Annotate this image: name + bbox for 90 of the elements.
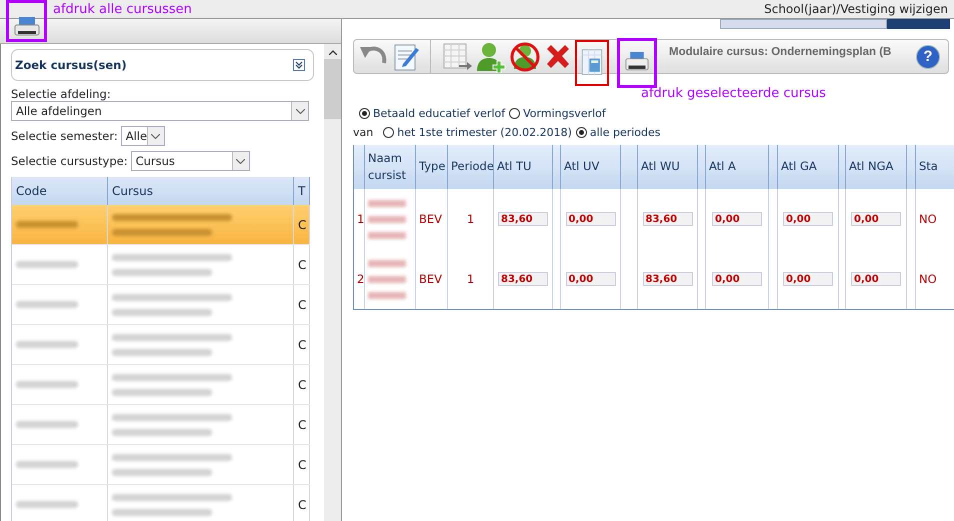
row-number: 1 xyxy=(354,189,365,249)
value-field[interactable]: 0,00 xyxy=(712,212,762,226)
add-user-icon[interactable] xyxy=(475,40,507,72)
value-field[interactable]: 83,60 xyxy=(498,272,548,286)
printer-icon[interactable] xyxy=(617,38,657,88)
field-label: Selectie cursustype: xyxy=(11,154,128,168)
chevron-down-icon xyxy=(151,134,160,138)
blurred-text xyxy=(16,341,78,348)
field-label: Selectie afdeling: xyxy=(11,87,112,101)
scroll-up-icon[interactable] xyxy=(328,50,336,55)
column-header[interactable]: Periode xyxy=(448,145,494,189)
table-cell: C xyxy=(298,218,306,232)
calculator-icon[interactable] xyxy=(575,40,609,86)
radio-option[interactable]: het 1ste trimester (20.02.2018) xyxy=(383,126,572,139)
course-row[interactable]: C xyxy=(12,205,310,245)
column-header[interactable]: Type xyxy=(416,145,448,189)
course-row[interactable]: C xyxy=(12,365,310,405)
blurred-text xyxy=(368,200,406,206)
value-field[interactable]: 83,60 xyxy=(498,212,548,226)
semester-dropdown[interactable]: Alle xyxy=(120,126,165,146)
print-button[interactable] xyxy=(6,0,47,42)
blurred-text xyxy=(16,461,78,468)
table-cell: C xyxy=(298,458,306,472)
table-cell: 1 xyxy=(448,249,494,309)
table-cell: BEV xyxy=(416,189,448,249)
scrollbar-thumb[interactable] xyxy=(324,59,341,119)
table-cell-text: NO xyxy=(918,211,938,228)
blurred-text xyxy=(16,301,78,308)
row-number: 2 xyxy=(354,249,365,309)
course-row[interactable]: C xyxy=(12,445,310,485)
value-field[interactable]: 0,00 xyxy=(566,272,616,286)
blurred-text xyxy=(368,292,406,298)
table-cell: C xyxy=(298,298,306,312)
blurred-text xyxy=(16,261,78,268)
table-cell: 1 xyxy=(448,189,494,249)
department-dropdown[interactable]: Alle afdelingen xyxy=(11,101,309,121)
blurred-text xyxy=(16,421,78,428)
value-field[interactable]: 0,00 xyxy=(783,272,833,286)
panel-title: Zoek cursus(sen) xyxy=(15,58,127,72)
table-cell-text: NO xyxy=(918,271,938,288)
column-header[interactable]: Atl A xyxy=(706,145,769,189)
block-user-icon[interactable] xyxy=(509,40,541,72)
column-header[interactable]: Sta xyxy=(916,145,954,189)
annotation-label: afdruk geselecteerde cursus xyxy=(641,86,826,101)
course-row[interactable]: C xyxy=(12,245,310,285)
column-header[interactable]: Atl TU xyxy=(494,145,553,189)
blurred-text xyxy=(368,216,406,222)
blurred-text xyxy=(368,232,406,238)
value-field[interactable]: 0,00 xyxy=(851,212,901,226)
table-cell: BEV xyxy=(416,249,448,309)
change-school-link[interactable]: School(jaar)/Vestiging wijzigen xyxy=(764,2,948,16)
course-row[interactable]: C xyxy=(12,285,310,325)
grid-export-icon[interactable] xyxy=(441,40,473,72)
blurred-text xyxy=(16,221,78,228)
chevron-down-icon xyxy=(296,108,304,114)
table-cell: C xyxy=(298,418,306,432)
edit-document-icon[interactable] xyxy=(392,42,420,72)
blurred-text xyxy=(16,501,78,508)
annotation-label: afdruk alle cursussen xyxy=(53,2,192,16)
chevron-down-icon xyxy=(236,158,246,164)
course-title: Modulaire cursus: Ondernemingsplan (B xyxy=(669,46,892,58)
radio-option[interactable]: alle periodes xyxy=(576,126,661,139)
collapse-icon[interactable] xyxy=(293,59,305,71)
column-header[interactable]: Atl UV xyxy=(561,145,621,189)
course-row[interactable]: C xyxy=(12,325,310,365)
field-label: Selectie semester: xyxy=(11,129,118,143)
field-label: van xyxy=(353,126,374,139)
table-cell: C xyxy=(298,338,306,352)
table-cell: C xyxy=(298,258,306,272)
column-header[interactable]: Atl GA xyxy=(778,145,839,189)
column-header[interactable]: Naam cursist xyxy=(365,145,416,189)
radio-option[interactable]: Betaald educatief verlof xyxy=(359,107,506,120)
column-header[interactable]: Atl NGA xyxy=(846,145,907,189)
value-field[interactable]: 0,00 xyxy=(783,212,833,226)
help-button[interactable]: ? xyxy=(916,44,940,68)
course-row[interactable]: C xyxy=(12,405,310,445)
blurred-text xyxy=(16,381,78,388)
column-header[interactable]: Atl WU xyxy=(638,145,698,189)
table-cell: C xyxy=(298,498,306,512)
value-field[interactable]: 0,00 xyxy=(851,272,901,286)
blurred-text xyxy=(368,276,406,282)
value-field[interactable]: 83,60 xyxy=(642,212,692,226)
value-field[interactable]: 0,00 xyxy=(566,212,616,226)
value-field[interactable]: 83,60 xyxy=(642,272,692,286)
radio-option[interactable]: Vormingsverlof xyxy=(509,107,606,120)
course-type-dropdown[interactable]: Cursus xyxy=(130,151,250,171)
blurred-text xyxy=(368,260,406,266)
course-row[interactable]: C xyxy=(12,485,310,521)
value-field[interactable]: 0,00 xyxy=(712,272,762,286)
table-cell: C xyxy=(298,378,306,392)
